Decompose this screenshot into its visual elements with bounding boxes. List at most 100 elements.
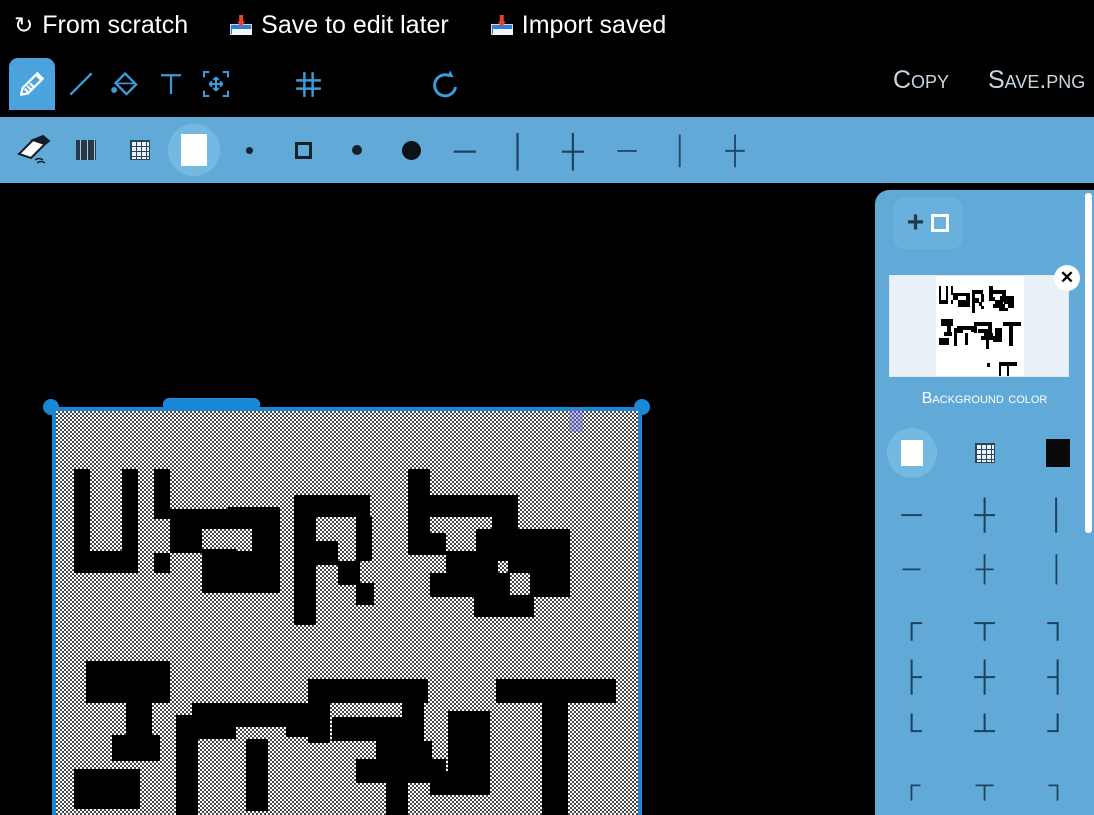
save-tray-icon [230,15,253,35]
tee-down-thin-glyph[interactable]: ┬ [948,758,1021,812]
medium-dot-swatch[interactable] [329,117,385,183]
vertical-line-thin-swatch[interactable]: │ [653,117,709,183]
horizontal-line-thin-swatch[interactable]: ─ [599,117,655,183]
corner-top-right-thin-glyph[interactable]: ┐ [1021,758,1094,812]
line-tool[interactable] [58,58,104,110]
small-dot-swatch[interactable] [221,117,277,183]
art-block [308,703,330,743]
from-scratch-button[interactable]: ↻ From scratch [14,11,188,40]
art-block [112,735,160,761]
art-block [294,495,316,605]
vertical-line-thin-glyph[interactable]: │ [1021,542,1094,596]
art-block [446,551,498,573]
thumb-art-block [971,309,976,313]
tool-row: Copy Save.png [0,50,1094,117]
grid-swatch[interactable] [112,117,168,183]
open-square-icon [294,141,312,159]
square-outline-icon [931,214,950,232]
line-glyph-grid: ─ ┼ │ ─ ┼ │ ┌ ┬ ┐ ├ ┼ ┤ └ ┴ ┘ ┌ ┬ ┐ [875,488,1094,812]
move-select-icon [200,68,232,100]
horizontal-line-thin-glyph[interactable]: ─ [875,542,948,596]
fill-tool[interactable] [103,58,149,110]
horizontal-line-swatch[interactable]: ─ [437,117,493,183]
corner-bottom-right-glyph[interactable]: ┘ [1021,704,1094,758]
bg-grid-swatch[interactable] [948,425,1021,481]
art-block [476,529,548,551]
layer-thumbnail-artwork [936,276,1024,376]
tee-up-glyph[interactable]: ┴ [948,704,1021,758]
tee-left-glyph[interactable]: ┤ [1021,650,1094,704]
art-block [316,541,338,565]
close-layer-button[interactable]: ✕ [1054,265,1080,291]
eraser-swatch[interactable] [5,117,61,183]
art-block [332,717,406,741]
undo-tool[interactable] [422,58,468,110]
canvas-cursor-cell [569,408,583,432]
line-glyph-row: ┌ ┬ ┐ [875,758,1094,812]
open-square-swatch[interactable] [275,117,331,183]
corner-top-left-glyph[interactable]: ┌ [875,596,948,650]
corner-top-left-thin-glyph[interactable]: ┌ [875,758,948,812]
art-block [408,533,446,555]
bg-black-icon [1045,439,1070,467]
white-block-swatch[interactable] [166,117,222,183]
save-to-edit-later-button[interactable]: Save to edit later [230,11,449,40]
horizontal-line-glyph[interactable]: ─ [875,488,948,542]
thumb-art-block [940,319,954,327]
grid-pattern-icon [130,140,150,160]
art-block [202,549,236,571]
art-block [530,551,570,597]
text-tool[interactable] [148,58,194,110]
small-dot-icon [245,146,253,154]
tee-right-glyph[interactable]: ├ [875,650,948,704]
vertical-line-thin-icon: │ [672,134,690,165]
cross-swatch[interactable]: ┼ [545,117,601,183]
move-tool[interactable] [193,58,239,110]
vertical-line-swatch[interactable]: │ [491,117,547,183]
tee-down-glyph[interactable]: ┬ [948,596,1021,650]
bg-black-swatch[interactable] [1021,425,1094,481]
corner-bottom-left-glyph[interactable]: └ [875,704,948,758]
cross-heavy-glyph[interactable]: ┼ [948,650,1021,704]
thumb-art-block [945,285,949,304]
large-dot-swatch[interactable] [383,117,439,183]
pencil-tool[interactable] [9,58,55,110]
add-layer-button[interactable]: + [893,197,963,249]
bg-white-swatch[interactable] [875,425,948,481]
horizontal-line-thin-icon: ─ [617,134,637,165]
copy-label: Copy [893,66,950,94]
grid-tool[interactable] [285,58,331,110]
corner-top-right-glyph[interactable]: ┐ [1021,596,1094,650]
dither-dark-swatch[interactable] [58,117,114,183]
cross-thin-glyph[interactable]: ┼ [948,542,1021,596]
art-block [192,703,236,725]
undo-arrow-icon [427,66,463,102]
vertical-line-glyph[interactable]: │ [1021,488,1094,542]
art-block [294,605,316,625]
cross-glyph[interactable]: ┼ [948,488,1021,542]
vertical-line-icon: │ [509,132,529,168]
save-png-button[interactable]: Save.png [988,68,1085,93]
drawing-canvas[interactable] [52,407,642,815]
from-scratch-label: From scratch [42,10,189,39]
art-block [448,711,490,795]
art-block [386,783,408,815]
background-color-swatches [875,425,1094,481]
bg-white-icon [900,440,923,466]
import-tray-icon [490,15,513,35]
art-block [186,529,202,553]
art-block [542,703,568,815]
art-block [356,517,372,561]
cross-thin-swatch[interactable]: ┼ [707,117,763,183]
art-block [246,739,268,811]
art-block [74,769,140,809]
art-block [126,703,152,735]
import-saved-button[interactable]: Import saved [490,11,666,40]
copy-button[interactable]: Copy [893,68,949,93]
hash-grid-icon [292,68,325,101]
plus-icon: + [906,206,925,239]
layer-thumbnail[interactable] [889,275,1069,377]
art-block [402,703,424,755]
art-block [356,583,374,605]
panel-scrollbar[interactable] [1085,193,1092,533]
